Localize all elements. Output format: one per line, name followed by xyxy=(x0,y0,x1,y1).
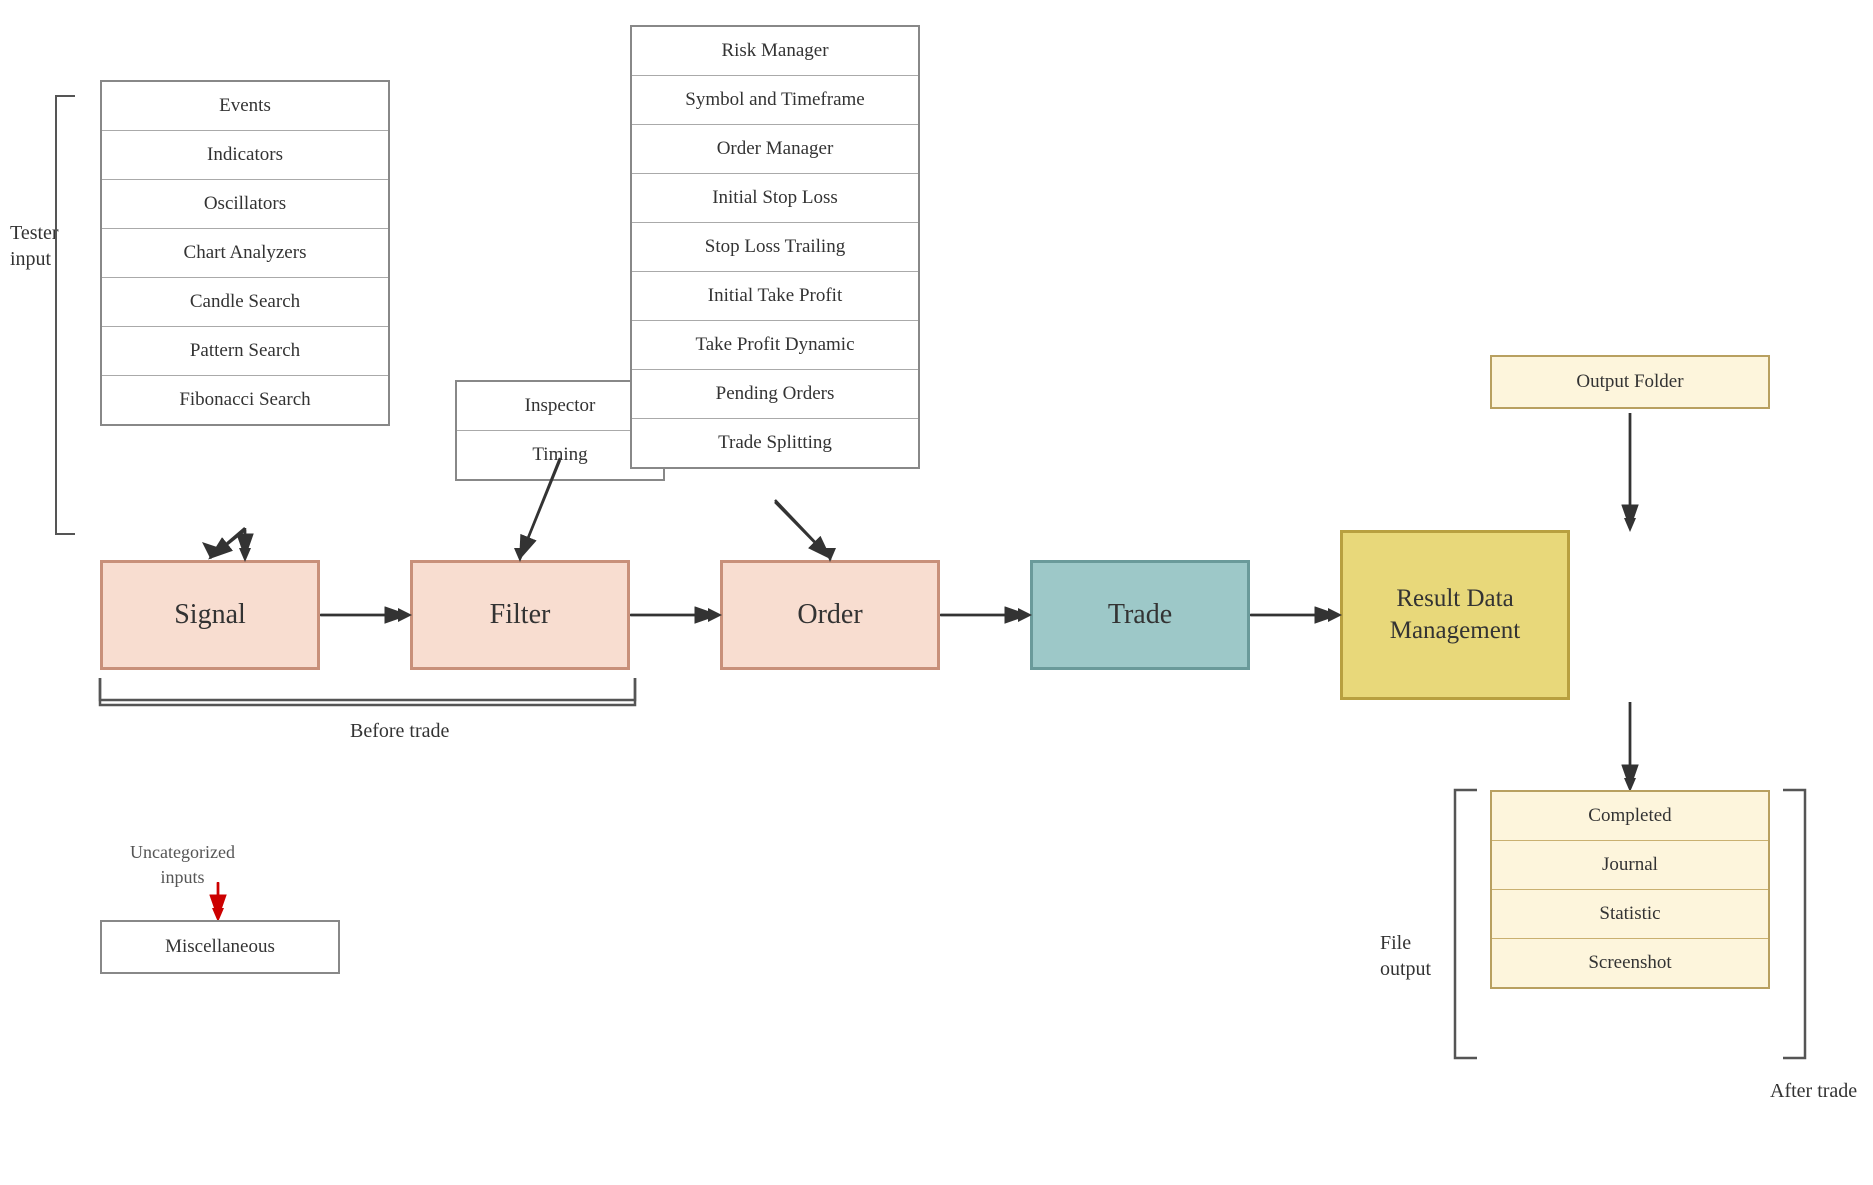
order-item-initial-take-profit: Initial Take Profit xyxy=(632,272,918,321)
file-output-group: Completed Journal Statistic Screenshot xyxy=(1490,790,1770,989)
file-output-journal: Journal xyxy=(1492,841,1768,890)
input-item-candle-search: Candle Search xyxy=(102,278,388,327)
tester-bracket xyxy=(55,95,75,535)
input-item-pattern-search: Pattern Search xyxy=(102,327,388,376)
tester-input-label: Tester input xyxy=(10,220,59,272)
order-group: Risk Manager Symbol and Timeframe Order … xyxy=(630,25,920,469)
order-item-stop-loss-trailing: Stop Loss Trailing xyxy=(632,223,918,272)
input-item-events: Events xyxy=(102,82,388,131)
process-order: Order xyxy=(720,560,940,670)
file-output-completed: Completed xyxy=(1492,792,1768,841)
after-trade-label: After trade xyxy=(1770,1080,1857,1103)
miscellaneous-box: Miscellaneous xyxy=(100,920,340,974)
order-item-risk-manager: Risk Manager xyxy=(632,27,918,76)
process-rdm: Result Data Management xyxy=(1340,530,1570,700)
uncategorized-label: Uncategorized inputs xyxy=(130,840,235,890)
order-item-pending-orders: Pending Orders xyxy=(632,370,918,419)
file-output-label: File output xyxy=(1380,930,1431,982)
input-item-indicators: Indicators xyxy=(102,131,388,180)
order-item-symbol-timeframe: Symbol and Timeframe xyxy=(632,76,918,125)
process-filter: Filter xyxy=(410,560,630,670)
before-trade-label: Before trade xyxy=(350,720,449,743)
input-item-chart-analyzers: Chart Analyzers xyxy=(102,229,388,278)
diagram-container: Tester input Events Indicators Oscillato… xyxy=(0,0,1873,1185)
output-folder-box: Output Folder xyxy=(1490,355,1770,409)
order-item-take-profit-dynamic: Take Profit Dynamic xyxy=(632,321,918,370)
file-output-screenshot: Screenshot xyxy=(1492,939,1768,987)
order-item-order-manager: Order Manager xyxy=(632,125,918,174)
input-group: Events Indicators Oscillators Chart Anal… xyxy=(100,80,390,426)
order-item-initial-stop-loss: Initial Stop Loss xyxy=(632,174,918,223)
input-item-oscillators: Oscillators xyxy=(102,180,388,229)
process-signal: Signal xyxy=(100,560,320,670)
input-item-fibonacci-search: Fibonacci Search xyxy=(102,376,388,424)
order-item-trade-splitting: Trade Splitting xyxy=(632,419,918,467)
process-trade: Trade xyxy=(1030,560,1250,670)
file-output-statistic: Statistic xyxy=(1492,890,1768,939)
